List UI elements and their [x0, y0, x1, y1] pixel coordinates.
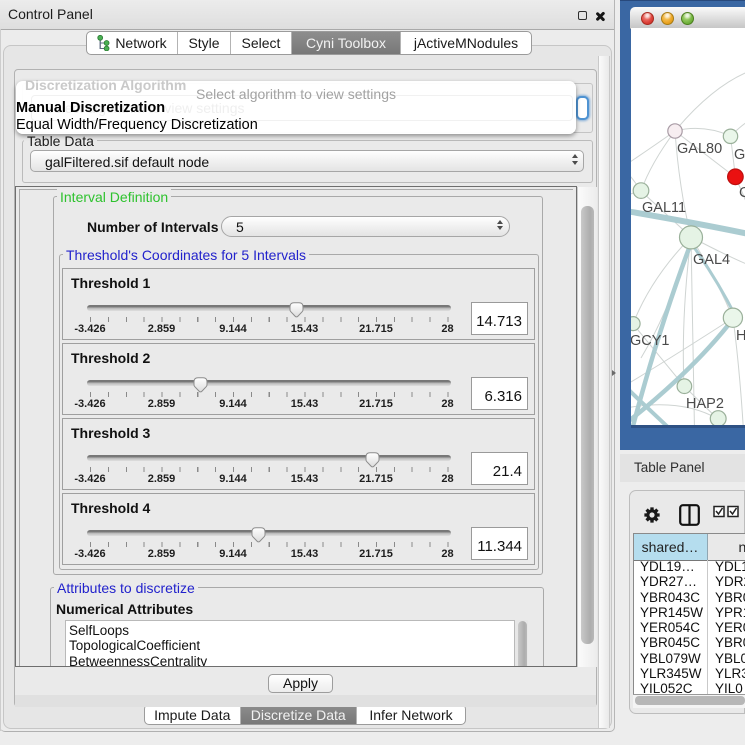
svg-text:HAP2: HAP2: [686, 396, 724, 412]
svg-text:C: C: [739, 185, 745, 201]
svg-text:GCY1: GCY1: [631, 333, 670, 349]
svg-text:GA: GA: [734, 147, 745, 163]
svg-text:H: H: [736, 328, 745, 344]
svg-text:GAL4: GAL4: [693, 252, 730, 268]
svg-text:GAL11: GAL11: [642, 200, 686, 216]
svg-text:GAL80: GAL80: [677, 141, 722, 157]
